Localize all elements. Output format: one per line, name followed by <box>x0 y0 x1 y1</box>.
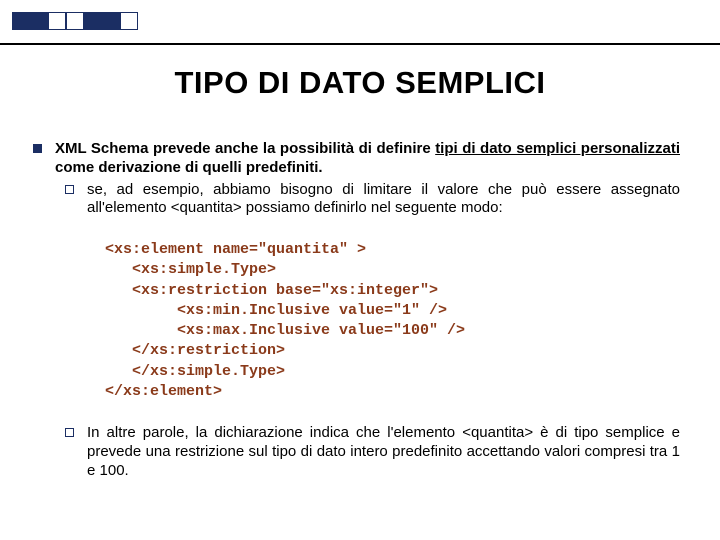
square-outline-bullet-icon <box>65 428 74 437</box>
bullet-level1: XML Schema prevede anche la possibilità … <box>55 140 680 480</box>
deco-box <box>66 12 84 30</box>
slide-content: XML Schema prevede anche la possibilità … <box>55 140 680 480</box>
deco-box <box>120 12 138 30</box>
deco-box <box>30 12 48 30</box>
deco-box <box>102 12 120 30</box>
code-block: <xs:element name="quantita" > <xs:simple… <box>105 240 680 402</box>
square-outline-bullet-icon <box>65 185 74 194</box>
bullet-level2: se, ad esempio, abbiamo bisogno di limit… <box>87 181 680 219</box>
bullet-level2: In altre parole, la dichiarazione indica… <box>87 424 680 480</box>
slide: TIPO DI DATO SEMPLICI XML Schema prevede… <box>0 0 720 540</box>
square-bullet-icon <box>33 144 42 153</box>
slide-title: TIPO DI DATO SEMPLICI <box>0 65 720 101</box>
subpoint-1-text: se, ad esempio, abbiamo bisogno di limit… <box>87 181 680 217</box>
paragraph-intro-post: come derivazione di quelli predefiniti. <box>55 159 323 176</box>
paragraph-intro-em: tipi di dato semplici personalizzati <box>435 140 680 157</box>
deco-box <box>84 12 102 30</box>
paragraph-intro-pre: XML Schema prevede anche la possibilità … <box>55 140 435 157</box>
deco-box <box>12 12 30 30</box>
horizontal-rule <box>0 43 720 45</box>
deco-box <box>48 12 66 30</box>
subpoint-2-text: In altre parole, la dichiarazione indica… <box>87 424 680 479</box>
decoration-boxes <box>12 12 138 30</box>
